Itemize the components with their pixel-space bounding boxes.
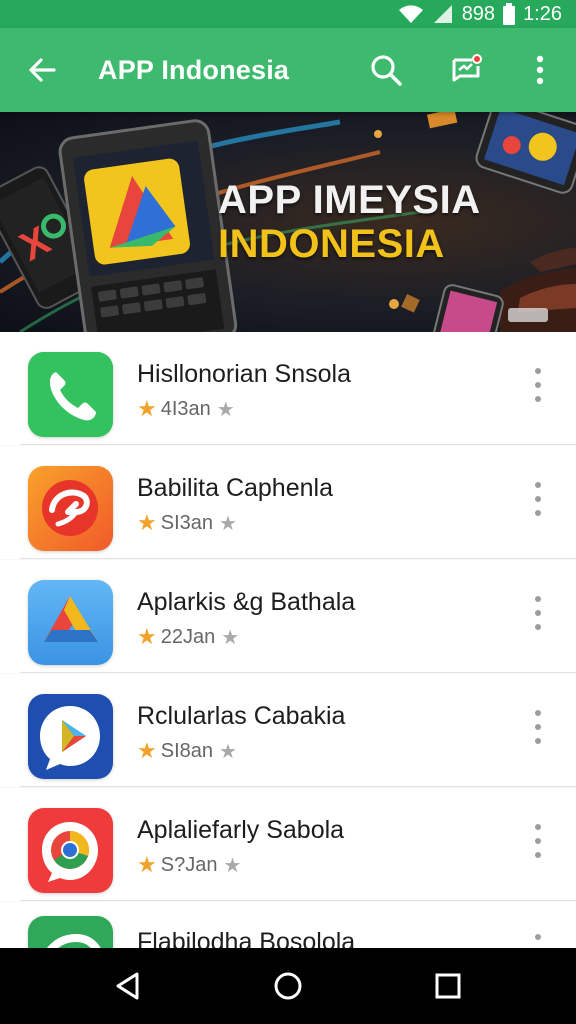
nav-recents-button[interactable] [424, 962, 472, 1010]
star-outline-icon: ★ [216, 398, 235, 421]
app-rating: ★ 22Jan ★ [137, 624, 239, 650]
signal-text: 898 [461, 2, 496, 25]
more-dot [535, 382, 541, 388]
banner-headline: APP IMEYSIA INDONESIA [218, 178, 481, 266]
more-dot [535, 610, 541, 616]
divider [20, 672, 576, 673]
divider [20, 900, 576, 901]
rating-text: SI8an [160, 739, 213, 762]
more-dot [535, 710, 541, 716]
list-item[interactable]: Aplaliefarly Sabola ★ S?Jan ★ [0, 788, 576, 901]
battery-icon [503, 3, 516, 25]
star-outline-icon: ★ [221, 626, 240, 649]
cell-signal-icon [433, 5, 452, 23]
star-icon: ★ [137, 396, 157, 421]
app-name: Babilita Caphenla [137, 474, 333, 502]
rating-text: S?Jan [160, 853, 218, 876]
rating-text: 4I3an [160, 397, 211, 420]
wifi-icon [398, 5, 423, 23]
play-chat-icon [28, 694, 113, 779]
search-button[interactable] [366, 50, 406, 90]
banner-line-2: INDONESIA [218, 222, 445, 266]
phone-icon [28, 352, 113, 437]
notification-badge-icon [452, 54, 482, 82]
more-dot [535, 596, 541, 602]
swirl-icon [28, 466, 113, 551]
more-dot [535, 396, 541, 402]
promo-banner[interactable]: X APP IMEYSIA INDONESIA [0, 112, 576, 332]
status-bar: 898 1:26 [0, 0, 576, 28]
item-overflow-button[interactable] [528, 482, 548, 516]
nav-back-icon [116, 972, 139, 1000]
star-outline-icon: ★ [223, 854, 242, 877]
app-bar: APP Indonesia [0, 28, 576, 112]
status-time: 1:26 [523, 2, 562, 25]
search-icon [371, 55, 402, 86]
page-title: APP Indonesia [98, 55, 290, 85]
app-name: Aplaliefarly Sabola [137, 816, 345, 844]
item-overflow-button[interactable] [528, 710, 548, 744]
circle-logo-icon [28, 808, 113, 893]
item-overflow-button[interactable] [528, 934, 548, 948]
nav-home-button[interactable] [264, 962, 312, 1010]
more-dot [535, 934, 541, 940]
star-icon: ★ [137, 624, 157, 649]
star-outline-icon: ★ [219, 512, 237, 535]
rating-text: 22Jan [160, 625, 216, 648]
app-rating: ★ S?Jan ★ [137, 852, 241, 878]
app-name: Hisllonorian Snsola [137, 360, 352, 388]
list-item[interactable]: Aplarkis &g Bathala ★ 22Jan ★ [0, 560, 576, 673]
app-rating: ★ SI3an ★ [137, 510, 237, 536]
item-overflow-button[interactable] [528, 824, 548, 858]
arrow-back-icon [29, 58, 56, 82]
nav-back-button[interactable] [104, 962, 152, 1010]
more-dot [535, 852, 541, 858]
more-dot [535, 496, 541, 502]
item-overflow-button[interactable] [528, 368, 548, 402]
list-item[interactable]: Babilita Caphenla ★ SI3an ★ [0, 446, 576, 559]
more-dot [535, 738, 541, 744]
more-dot [535, 368, 541, 374]
app-rating: ★ SI8an ★ [137, 738, 237, 764]
overflow-menu-button[interactable] [520, 50, 560, 90]
app-list: Hisllonorian Snsola ★ 4I3an ★ Babilita C… [0, 332, 576, 948]
star-outline-icon: ★ [219, 740, 237, 763]
divider [20, 558, 576, 559]
banner-line-1: APP IMEYSIA [218, 178, 481, 222]
status-indicators: 898 1:26 [398, 0, 562, 28]
partial-app-icon [28, 916, 113, 948]
back-button[interactable] [22, 50, 62, 90]
star-icon: ★ [137, 510, 157, 535]
more-dot [535, 482, 541, 488]
app-name: Flabilodha Bosolola [137, 928, 356, 948]
triangle-logo-icon [28, 580, 113, 665]
star-icon: ★ [137, 852, 157, 877]
more-vert-icon [536, 55, 544, 85]
system-nav-bar [0, 948, 576, 1024]
nav-home-icon [274, 972, 302, 1000]
more-dot [535, 724, 541, 730]
rating-text: SI3an [160, 511, 213, 534]
divider [20, 786, 576, 787]
more-dot [535, 510, 541, 516]
nav-recents-icon [435, 973, 461, 999]
list-item[interactable]: Hisllonorian Snsola ★ 4I3an ★ [0, 332, 576, 445]
more-dot [535, 624, 541, 630]
more-dot [535, 824, 541, 830]
app-rating: ★ 4I3an ★ [137, 396, 235, 422]
divider [20, 444, 576, 445]
notification-button[interactable] [446, 50, 486, 90]
app-name: Aplarkis &g Bathala [137, 588, 356, 616]
item-overflow-button[interactable] [528, 596, 548, 630]
list-item[interactable]: Rclularlas Cabakia ★ SI8an ★ [0, 674, 576, 787]
list-item[interactable]: Flabilodha Bosolola [0, 902, 576, 948]
app-name: Rclularlas Cabakia [137, 702, 346, 730]
more-dot [535, 838, 541, 844]
star-icon: ★ [137, 738, 157, 763]
